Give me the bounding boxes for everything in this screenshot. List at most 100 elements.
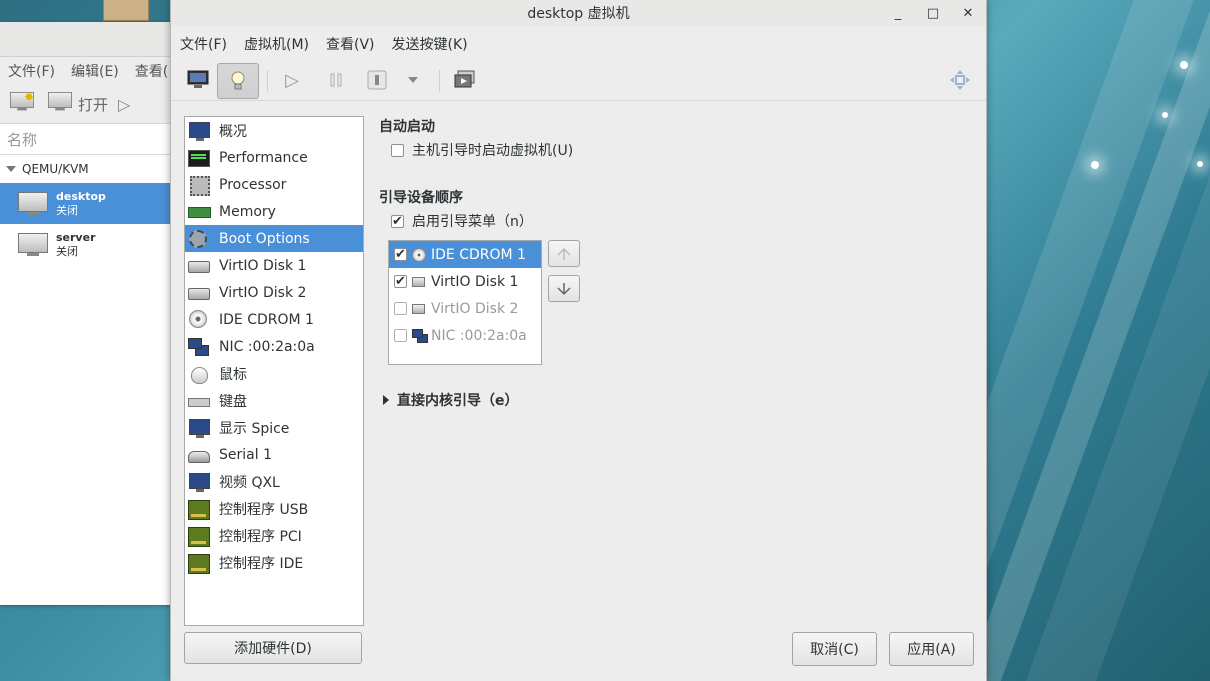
- desktop-folder-icon[interactable]: [103, 0, 149, 21]
- menu-vm[interactable]: 虚拟机(M): [244, 32, 309, 56]
- run-button[interactable]: ▷: [279, 63, 305, 97]
- hw-item-label: VirtIO Disk 1: [219, 257, 307, 274]
- boot-device-row[interactable]: IDE CDROM 1: [389, 241, 541, 268]
- direct-kernel-boot-label: 直接内核引导（e）: [397, 393, 519, 409]
- hw-item-label: 控制程序 IDE: [219, 555, 304, 572]
- disk-icon: [188, 256, 210, 276]
- menu-send-key[interactable]: 发送按键(K): [392, 32, 468, 56]
- vm-row-desktop[interactable]: desktop 关闭: [0, 183, 172, 224]
- hw-item-overview[interactable]: 概况: [185, 117, 363, 144]
- hw-item-label: VirtIO Disk 2: [219, 284, 307, 301]
- hw-item-label: 键盘: [219, 393, 247, 410]
- autostart-row[interactable]: 主机引导时启动虚拟机(U): [391, 140, 573, 160]
- expander-down-icon[interactable]: [6, 166, 16, 172]
- video-icon: [188, 472, 210, 492]
- hw-item-label: NIC :00:2a:0a: [219, 338, 315, 355]
- menu-file[interactable]: 文件(F): [180, 32, 227, 56]
- boot-menu-row[interactable]: 启用引导菜单（n）: [391, 211, 533, 231]
- add-hardware-button[interactable]: 添加硬件(D): [184, 632, 362, 664]
- hw-item-serial-1[interactable]: Serial 1: [185, 441, 363, 468]
- window-titlebar[interactable]: desktop 虚拟机 _ □ ✕: [171, 0, 986, 26]
- hw-item-virtio-disk-2[interactable]: VirtIO Disk 2: [185, 279, 363, 306]
- shutdown-button[interactable]: [365, 63, 389, 97]
- screens-icon: [454, 70, 475, 88]
- hw-item-label: Memory: [219, 203, 276, 220]
- controller-card-icon: [188, 499, 210, 520]
- hw-item-label: 控制程序 PCI: [219, 528, 302, 545]
- hw-item-video-qxl[interactable]: 视频 QXL: [185, 468, 363, 495]
- direct-kernel-boot-expander[interactable]: 直接内核引导（e）: [383, 390, 519, 410]
- run-icon[interactable]: ▷: [118, 95, 130, 114]
- controller-card-icon: [188, 526, 210, 547]
- hw-item-nic[interactable]: NIC :00:2a:0a: [185, 333, 363, 360]
- hw-item-performance[interactable]: Performance: [185, 144, 363, 171]
- play-icon: ▷: [285, 69, 299, 91]
- open-button-label: 打开: [78, 95, 109, 114]
- cancel-button[interactable]: 取消(C): [792, 632, 877, 666]
- maximize-button[interactable]: □: [924, 4, 942, 22]
- shutdown-menu-button[interactable]: [403, 63, 423, 97]
- vm-monitor-icon: [18, 191, 48, 216]
- cdrom-icon: [188, 309, 210, 330]
- manager-menubar: 文件(F) 编辑(E) 查看(: [0, 57, 172, 85]
- hw-item-memory[interactable]: Memory: [185, 198, 363, 225]
- hw-item-controller-pci[interactable]: 控制程序 PCI: [185, 522, 363, 549]
- keyboard-icon: [188, 391, 210, 411]
- open-button[interactable]: 打开: [48, 92, 108, 116]
- hw-item-controller-usb[interactable]: 控制程序 USB: [185, 495, 363, 522]
- name-column-header[interactable]: 名称: [0, 124, 172, 155]
- manager-menu-edit[interactable]: 编辑(E): [71, 61, 119, 81]
- move-down-button[interactable]: [548, 275, 580, 302]
- vm-details-window[interactable]: desktop 虚拟机 _ □ ✕ 文件(F) 虚拟机(M) 查看(V) 发送按…: [170, 0, 987, 681]
- hw-item-ide-cdrom-1[interactable]: IDE CDROM 1: [185, 306, 363, 333]
- hw-item-mouse[interactable]: 鼠标: [185, 360, 363, 387]
- boot-device-row[interactable]: VirtIO Disk 2: [389, 295, 541, 322]
- boot-device-checkbox[interactable]: [394, 302, 407, 315]
- console-view-button[interactable]: [183, 63, 213, 97]
- hw-item-virtio-disk-1[interactable]: VirtIO Disk 1: [185, 252, 363, 279]
- connection-label: QEMU/KVM: [22, 162, 89, 176]
- toolbar-separator: [439, 70, 440, 92]
- vm-status: 关闭: [56, 244, 78, 258]
- serial-icon: [188, 445, 210, 465]
- memory-module-icon: [188, 202, 211, 222]
- boot-device-row[interactable]: VirtIO Disk 1: [389, 268, 541, 295]
- boot-device-checkbox[interactable]: [394, 275, 407, 288]
- performance-icon: [188, 148, 210, 168]
- connection-qemu-kvm[interactable]: QEMU/KVM: [0, 155, 172, 183]
- disk-icon: [412, 275, 426, 289]
- move-up-button[interactable]: [548, 240, 580, 267]
- vm-row-server[interactable]: server 关闭: [0, 224, 172, 265]
- new-vm-button[interactable]: ✸: [10, 90, 38, 116]
- hw-item-label: Boot Options: [219, 230, 310, 247]
- hw-item-processor[interactable]: Processor: [185, 171, 363, 198]
- fullscreen-button[interactable]: [452, 63, 478, 97]
- pause-button[interactable]: [323, 63, 349, 97]
- boot-device-label: VirtIO Disk 1: [431, 273, 519, 290]
- hw-item-boot-options[interactable]: Boot Options: [185, 225, 363, 252]
- overview-monitor-icon: [188, 121, 210, 141]
- manager-menu-view[interactable]: 查看(: [135, 61, 168, 81]
- boot-device-checkbox[interactable]: [394, 329, 407, 342]
- close-button[interactable]: ✕: [959, 4, 977, 22]
- arrow-down-icon: [557, 282, 571, 295]
- resize-to-vm-button[interactable]: [947, 63, 973, 97]
- manager-menu-file[interactable]: 文件(F): [8, 61, 55, 81]
- hw-item-controller-ide[interactable]: 控制程序 IDE: [185, 549, 363, 576]
- hw-item-label: 视频 QXL: [219, 474, 280, 491]
- hw-item-display-spice[interactable]: 显示 Spice: [185, 414, 363, 441]
- sparkle-icon: [1162, 112, 1168, 118]
- virt-manager-window[interactable]: 文件(F) 编辑(E) 查看( ✸ 打开 ▷ 名称 QEMU/KVM deskt…: [0, 22, 173, 605]
- autostart-checkbox[interactable]: [391, 143, 404, 157]
- boot-gear-icon: [188, 229, 210, 249]
- details-view-button[interactable]: [217, 63, 259, 99]
- boot-menu-checkbox[interactable]: [391, 214, 404, 228]
- boot-device-checkbox[interactable]: [394, 248, 407, 261]
- boot-device-row[interactable]: NIC :00:2a:0a: [389, 322, 541, 349]
- hw-item-keyboard[interactable]: 键盘: [185, 387, 363, 414]
- boot-device-label: IDE CDROM 1: [431, 246, 526, 263]
- apply-button[interactable]: 应用(A): [889, 632, 974, 666]
- menu-view[interactable]: 查看(V): [326, 32, 375, 56]
- minimize-button[interactable]: _: [889, 4, 907, 22]
- manager-titlebar[interactable]: [0, 22, 172, 57]
